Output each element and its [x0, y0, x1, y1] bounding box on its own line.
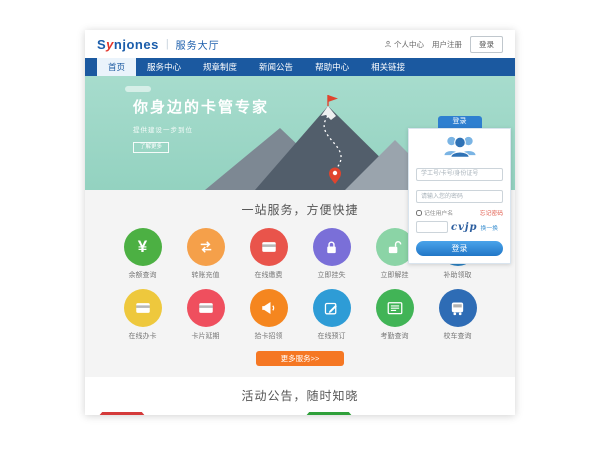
service-transfer-recharge[interactable]: 转账充值: [174, 228, 237, 280]
service-online-card-apply[interactable]: 在线办卡: [111, 289, 174, 341]
card-icon: [260, 238, 278, 256]
unlock-icon: [386, 239, 403, 256]
nav-item-rules[interactable]: 规章制度: [192, 58, 248, 76]
flag-icon: [328, 95, 338, 102]
login-panel: 登录 记住用户名 忘记密码 cvjp 换一换: [408, 116, 511, 264]
hero-more-button[interactable]: 了解更多: [133, 142, 169, 153]
login-tab[interactable]: 登录: [438, 116, 482, 128]
nav-item-help-center[interactable]: 帮助中心: [304, 58, 360, 76]
nav-item-news[interactable]: 新闻公告: [248, 58, 304, 76]
service-attendance-inquiry[interactable]: 考勤查询: [363, 289, 426, 341]
more-services-button[interactable]: 更多服务>>: [256, 351, 344, 366]
hero-title: 你身边的卡管专家: [133, 96, 269, 117]
service-school-bus-inquiry[interactable]: 校车查询: [426, 289, 489, 341]
hero-banner: 你身边的卡管专家 提供建设一步到位 了解更多 登录 记住用户名 忘记密码: [85, 76, 515, 190]
tab-usage-guide[interactable]: 使用指南: [99, 412, 145, 415]
announcement-panels: 使用指南 最新公告 更多>> 使用指南 更多>>: [99, 413, 501, 415]
user-icon: [384, 40, 392, 48]
user-register-link[interactable]: 用户注册: [432, 39, 462, 50]
guide-panel: 使用指南 最新公告 更多>>: [99, 413, 294, 415]
captcha-refresh-link[interactable]: 换一换: [481, 223, 498, 232]
attendance-icon: [386, 299, 404, 317]
service-report-loss[interactable]: 立即挂失: [300, 228, 363, 280]
remember-label: 记住用户名: [424, 208, 453, 217]
header-login-button[interactable]: 登录: [470, 36, 503, 53]
captcha-input[interactable]: [416, 221, 448, 233]
captcha-image: cvjp: [451, 222, 478, 233]
nav-item-links[interactable]: 相关链接: [360, 58, 416, 76]
transfer-icon: [197, 238, 215, 256]
service-balance-inquiry[interactable]: ¥ 余额查询: [111, 228, 174, 280]
nav-item-service-center[interactable]: 服务中心: [136, 58, 192, 76]
logo-divider: |: [166, 38, 169, 50]
megaphone-icon: [260, 299, 278, 317]
remember-checkbox[interactable]: [416, 210, 422, 216]
captcha-row: cvjp 换一换: [416, 221, 503, 233]
announcements-title: 活动公告，随时知晓: [85, 387, 515, 404]
remember-row: 记住用户名 忘记密码: [416, 208, 503, 217]
tab-usage-guide-right[interactable]: 使用指南: [306, 412, 352, 415]
forgot-password-link[interactable]: 忘记密码: [480, 208, 503, 217]
service-online-booking[interactable]: 在线预订: [300, 289, 363, 341]
users-group-icon: [443, 134, 477, 158]
service-card-extension[interactable]: 卡片延期: [174, 289, 237, 341]
header-links: 个人中心 用户注册 登录: [384, 36, 503, 53]
guide-panel-right: 使用指南 更多>>: [306, 413, 501, 415]
service-found-card-claim[interactable]: 拾卡招领: [237, 289, 300, 341]
logo-accent-y: y: [106, 37, 114, 52]
site-header: Synjones | 服务大厅 个人中心 用户注册 登录: [85, 30, 515, 58]
password-input[interactable]: [416, 190, 503, 203]
announcements-section: 活动公告，随时知晓 使用指南 最新公告 更多>> 使用指南 更多>>: [85, 377, 515, 415]
login-card: 记住用户名 忘记密码 cvjp 换一换 登录: [408, 128, 511, 264]
personal-center-link[interactable]: 个人中心: [384, 39, 424, 50]
webpage: Synjones | 服务大厅 个人中心 用户注册 登录 首页 服务中心 规章制…: [85, 30, 515, 415]
site-subtitle: 服务大厅: [176, 37, 220, 52]
edit-icon: [323, 300, 340, 317]
yen-icon: ¥: [138, 237, 147, 257]
hero-text: 你身边的卡管专家 提供建设一步到位 了解更多: [133, 96, 269, 153]
card-icon: [134, 299, 152, 317]
hero-subtitle: 提供建设一步到位: [133, 124, 269, 134]
login-submit-button[interactable]: 登录: [416, 241, 503, 256]
nav-item-home[interactable]: 首页: [97, 58, 136, 76]
card-icon: [197, 299, 215, 317]
cloud-decor: [125, 86, 151, 92]
username-input[interactable]: [416, 168, 503, 181]
tab-latest-announcements[interactable]: 最新公告: [155, 414, 185, 415]
lock-icon: [323, 239, 340, 256]
site-logo[interactable]: Synjones: [97, 37, 159, 52]
main-nav: 首页 服务中心 规章制度 新闻公告 帮助中心 相关链接: [85, 58, 515, 76]
service-online-payment[interactable]: 在线缴费: [237, 228, 300, 280]
bus-icon: [449, 300, 466, 317]
